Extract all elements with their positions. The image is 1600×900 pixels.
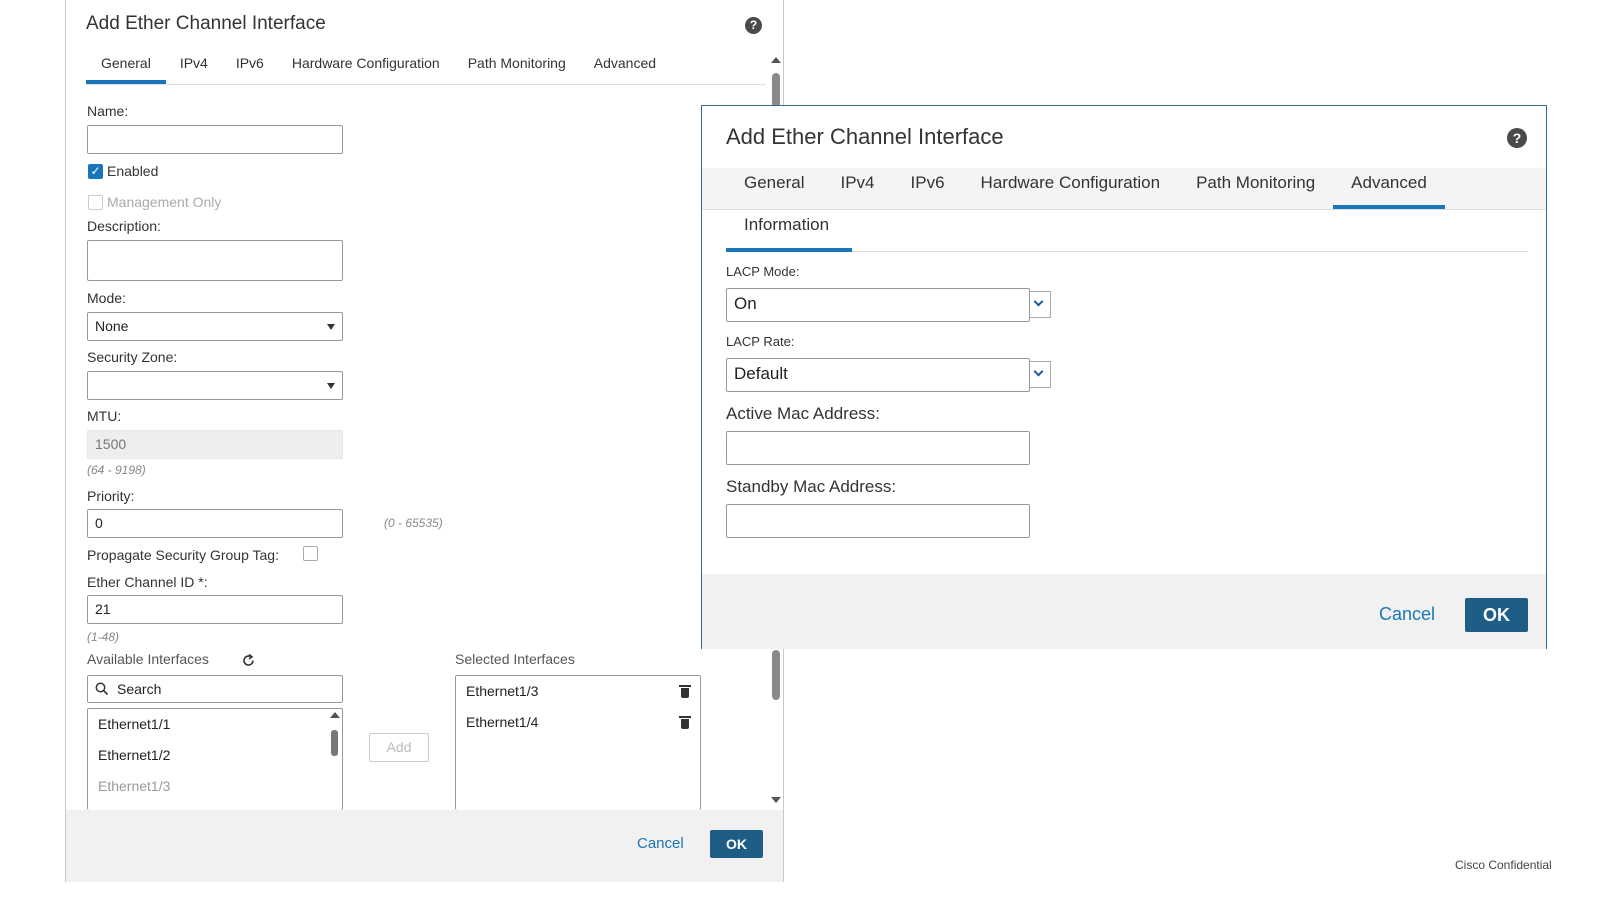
ok-button[interactable]: OK [710,830,763,858]
ether-channel-id-input[interactable]: 21 [87,595,343,624]
tab-general[interactable]: General [726,168,822,209]
lacp-mode-select[interactable]: On [726,288,1030,322]
management-only-checkbox[interactable] [88,195,103,210]
tab-bar: General IPv4 IPv6 Hardware Configuration… [86,52,766,85]
priority-input[interactable]: 0 [87,509,343,538]
tab-bar: General IPv4 IPv6 Hardware Configuration… [702,168,1546,210]
list-item: Ethernet1/3 [98,778,171,794]
list-item[interactable]: Ethernet1/4 [456,707,700,738]
propagate-sgt-checkbox[interactable] [303,546,318,561]
scroll-thumb-lower[interactable] [772,650,780,700]
confidential-note: Cisco Confidential [1455,858,1552,872]
mtu-hint: (64 - 9198) [87,463,146,477]
tab-path-monitoring[interactable]: Path Monitoring [454,52,580,84]
ether-channel-dialog-advanced: Add Ether Channel Interface ? General IP… [701,105,1547,649]
lacp-rate-label: LACP Rate: [726,334,795,349]
priority-hint: (0 - 65535) [384,516,443,530]
trash-icon[interactable] [679,716,691,729]
ether-channel-id-label: Ether Channel ID *: [87,574,208,590]
cancel-button[interactable]: Cancel [1379,604,1435,625]
scroll-up-icon[interactable] [771,57,781,63]
help-icon[interactable]: ? [745,17,762,34]
scroll-down-icon[interactable] [771,797,781,803]
tab-hardware-configuration[interactable]: Hardware Configuration [963,168,1179,209]
trash-icon[interactable] [679,685,691,698]
tab-advanced[interactable]: Advanced [580,52,670,84]
mode-select[interactable]: None [87,312,343,341]
tab-ipv4[interactable]: IPv4 [166,52,222,84]
available-interfaces-label: Available Interfaces [87,651,209,667]
chevron-down-icon [1033,296,1044,307]
tab-path-monitoring[interactable]: Path Monitoring [1178,168,1333,209]
available-interfaces-list[interactable]: Ethernet1/1 Ethernet1/2 Ethernet1/3 [87,708,343,810]
search-input[interactable]: Search [87,675,343,703]
scroll-up-icon[interactable] [330,712,340,718]
dialog-footer: Cancel OK [702,574,1546,649]
standby-mac-label: Standby Mac Address: [726,477,897,496]
dialog-title: Add Ether Channel Interface [726,124,1004,149]
search-icon [95,682,109,696]
help-icon[interactable]: ? [1507,128,1527,148]
standby-mac-input[interactable] [726,504,1030,538]
enabled-checkbox[interactable]: ✓ [88,164,103,179]
mtu-input: 1500 [87,430,343,459]
tab-advanced[interactable]: Advanced [1333,168,1445,209]
selected-interfaces-label: Selected Interfaces [455,651,575,667]
subtab-information[interactable]: Information [726,210,852,252]
selected-interfaces-list[interactable]: Ethernet1/3 Ethernet1/4 [455,675,701,810]
enabled-label: Enabled [107,163,159,179]
propagate-sgt-label: Propagate Security Group Tag: [87,547,279,563]
refresh-icon[interactable] [241,653,256,668]
cancel-button[interactable]: Cancel [637,835,684,852]
list-item[interactable]: Ethernet1/2 [88,740,342,771]
description-label: Description: [87,218,161,234]
active-mac-label: Active Mac Address: [726,404,881,423]
lacp-mode-dropdown[interactable] [1030,291,1051,318]
active-mac-input[interactable] [726,431,1030,465]
security-zone-select[interactable] [87,371,343,400]
subtab-bar: Information [726,210,1528,252]
dialog-footer: Cancel OK [66,810,783,882]
management-only-label: Management Only [107,194,222,210]
tab-hardware-configuration[interactable]: Hardware Configuration [278,52,454,84]
mode-value: None [95,318,129,334]
chevron-down-icon [1033,366,1044,377]
name-input[interactable] [87,125,343,154]
lacp-rate-select[interactable]: Default [726,358,1030,392]
selected-interface-label: Ethernet1/3 [466,683,539,699]
search-placeholder: Search [117,681,162,697]
tab-general[interactable]: General [86,52,166,84]
add-button[interactable]: Add [369,733,429,762]
tab-ipv6[interactable]: IPv6 [893,168,963,209]
caret-down-icon [327,383,335,389]
priority-label: Priority: [87,488,135,504]
lacp-mode-label: LACP Mode: [726,264,800,279]
ether-channel-dialog-general: Add Ether Channel Interface ? General IP… [65,0,784,882]
tab-ipv4[interactable]: IPv4 [822,168,892,209]
description-input[interactable] [87,240,343,281]
mtu-label: MTU: [87,408,122,424]
list-item[interactable]: Ethernet1/1 [88,709,342,740]
tab-ipv6[interactable]: IPv6 [222,52,278,84]
lacp-rate-dropdown[interactable] [1030,361,1051,388]
scroll-thumb[interactable] [331,730,338,756]
mode-label: Mode: [87,290,126,306]
name-label: Name: [87,103,129,119]
ok-button[interactable]: OK [1465,598,1528,632]
ether-channel-id-hint: (1-48) [87,630,120,644]
security-zone-label: Security Zone: [87,349,178,365]
caret-down-icon [327,324,335,330]
list-item[interactable]: Ethernet1/3 [456,676,700,707]
selected-interface-label: Ethernet1/4 [466,714,539,730]
dialog-title: Add Ether Channel Interface [86,13,326,34]
